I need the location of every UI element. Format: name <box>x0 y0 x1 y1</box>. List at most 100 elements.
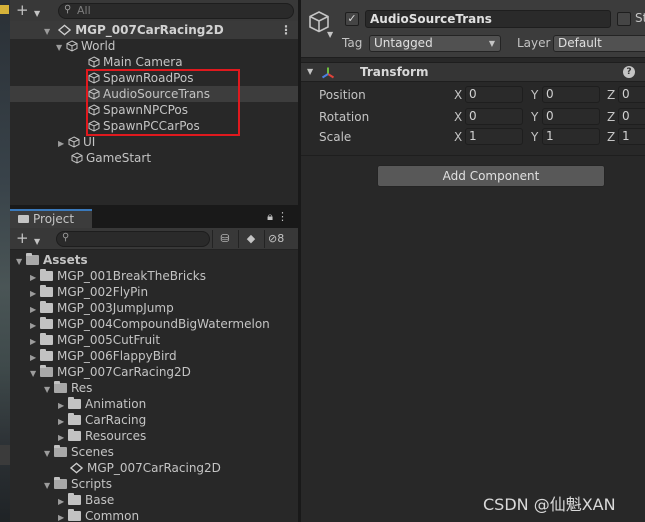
position-label: Position <box>319 88 366 102</box>
project-item[interactable]: ▼ MGP_007CarRacing2D <box>30 364 191 380</box>
position-x-field[interactable]: 0 <box>465 86 523 103</box>
expand-arrow-icon[interactable]: ▼ <box>30 366 40 382</box>
project-item[interactable]: ▶ MGP_005CutFruit <box>30 332 160 348</box>
project-item[interactable]: ▶ MGP_004CompoundBigWatermelon <box>30 316 270 332</box>
filter-by-label-icon[interactable]: ◆ <box>242 232 260 246</box>
project-item[interactable]: ▶ MGP_003JumpJump <box>30 300 174 316</box>
add-component-button[interactable]: Add Component <box>377 165 605 187</box>
folder-icon <box>40 317 53 329</box>
item-label: World <box>81 39 116 53</box>
folder-icon <box>68 509 81 521</box>
expand-arrow-icon[interactable]: ▼ <box>16 254 26 270</box>
rotation-y-field[interactable]: 0 <box>542 108 600 125</box>
hierarchy-item-game-start[interactable]: GameStart <box>71 150 151 166</box>
folder-icon <box>68 397 81 409</box>
item-label: Base <box>85 493 115 507</box>
search-icon: ⚲ <box>64 4 72 15</box>
object-name-input[interactable]: AudioSourceTrans <box>365 10 611 28</box>
expand-arrow-icon[interactable]: ▼ <box>56 40 66 56</box>
project-item[interactable]: ▶ Common <box>58 508 139 522</box>
expand-arrow-icon[interactable]: ▼ <box>44 23 54 41</box>
scene-row[interactable]: ▼ MGP_007CarRacing2D ⋮ <box>10 21 298 39</box>
project-search-input[interactable]: ⚲ <box>56 231 210 247</box>
item-label: AudioSourceTrans <box>103 87 211 101</box>
position-y-field[interactable]: 0 <box>542 86 600 103</box>
collapse-arrow-icon[interactable]: ▶ <box>58 510 68 522</box>
project-item[interactable]: ▼ Scripts <box>44 476 112 492</box>
hierarchy-search-input[interactable]: ⚲ All <box>58 3 294 19</box>
hierarchy-item-world[interactable]: ▼ World <box>56 38 115 54</box>
layer-dropdown[interactable]: Default <box>553 35 645 52</box>
gameobject-cube-icon <box>88 88 100 100</box>
item-label: MGP_006FlappyBird <box>57 349 177 363</box>
item-label: MGP_005CutFruit <box>57 333 161 347</box>
project-item[interactable]: ▼ Scenes <box>44 444 114 460</box>
gameobject-cube-icon <box>88 104 100 116</box>
folder-open-icon <box>54 381 67 393</box>
expand-arrow-icon[interactable]: ▼ <box>44 382 54 398</box>
lock-icon[interactable]: 🔒︎ <box>267 210 277 223</box>
item-label: CarRacing <box>85 413 147 427</box>
hierarchy-item-spawn-road-pos[interactable]: SpawnRoadPos <box>88 70 194 86</box>
item-label: MGP_007CarRacing2D <box>57 365 191 379</box>
scale-x-field[interactable]: 1 <box>465 128 523 145</box>
create-button[interactable]: + ▼ <box>16 3 44 19</box>
collapse-arrow-icon[interactable]: ▶ <box>58 136 68 152</box>
axis-z-label: Z <box>607 88 616 102</box>
project-item[interactable]: ▶ MGP_006FlappyBird <box>30 348 177 364</box>
hierarchy-item-main-camera[interactable]: Main Camera <box>88 54 183 70</box>
more-options-icon[interactable]: ⋮ <box>277 210 292 223</box>
project-item-scene-file[interactable]: MGP_007CarRacing2D <box>70 460 221 476</box>
project-item-assets[interactable]: ▼ Assets <box>16 252 88 268</box>
axis-y-label: Y <box>531 110 539 124</box>
folder-open-icon <box>54 445 67 457</box>
folder-icon <box>40 301 53 313</box>
create-asset-button[interactable]: + ▼ <box>16 231 44 247</box>
item-label: Scripts <box>71 477 113 491</box>
project-item[interactable]: ▶ CarRacing <box>58 412 146 428</box>
tab-project[interactable]: Project <box>10 209 92 228</box>
static-checkbox[interactable] <box>617 12 631 26</box>
rotation-x-field[interactable]: 0 <box>465 108 523 125</box>
rotation-z-field[interactable]: 0 <box>618 108 645 125</box>
scale-z-field[interactable]: 1 <box>618 128 645 145</box>
folder-open-icon <box>54 477 67 489</box>
transform-component-header[interactable]: ▼ Transform ? <box>301 62 645 82</box>
project-item[interactable]: ▶ MGP_001BreakTheBricks <box>30 268 206 284</box>
gameobject-cube-icon <box>88 56 100 68</box>
tag-dropdown[interactable]: Untagged ▼ <box>369 35 501 52</box>
position-z-field[interactable]: 0 <box>618 86 645 103</box>
item-label: Resources <box>85 429 147 443</box>
expand-arrow-icon[interactable]: ▼ <box>44 446 54 462</box>
item-label: Res <box>71 381 93 395</box>
hierarchy-item-spawn-npc-pos[interactable]: SpawnNPCPos <box>88 102 188 118</box>
active-checkbox[interactable]: ✓ <box>345 12 359 26</box>
gameobject-cube-icon <box>68 136 80 148</box>
help-icon[interactable]: ? <box>623 66 635 78</box>
toolbar-separator <box>238 230 239 248</box>
axis-y-label: Y <box>531 130 539 144</box>
chevron-down-icon[interactable]: ▼ <box>327 30 333 39</box>
project-item[interactable]: ▼ Res <box>44 380 92 396</box>
project-item[interactable]: ▶ Animation <box>58 396 146 412</box>
scale-y-field[interactable]: 1 <box>542 128 600 145</box>
filter-by-type-icon[interactable]: ⛁ <box>216 232 234 246</box>
inspector-panel: ▼ ✓ AudioSourceTrans St Tag Untagged ▼ La… <box>301 0 645 522</box>
transform-axes-icon <box>321 67 335 79</box>
expand-arrow-icon[interactable]: ▼ <box>307 63 313 81</box>
item-label: Animation <box>85 397 147 411</box>
hierarchy-item-spawn-pc-car-pos[interactable]: SpawnPCCarPos <box>88 118 200 134</box>
item-label: Scenes <box>71 445 114 459</box>
layer-value: Default <box>558 36 602 50</box>
project-item[interactable]: ▶ Resources <box>58 428 146 444</box>
tag-label: Tag <box>342 36 363 50</box>
hierarchy-item-audio-source-trans[interactable]: AudioSourceTrans <box>88 86 210 102</box>
folder-open-icon <box>40 365 53 377</box>
project-item[interactable]: ▶ Base <box>58 492 114 508</box>
project-item[interactable]: ▶ MGP_002FlyPin <box>30 284 148 300</box>
folder-icon <box>18 215 29 223</box>
more-options-icon[interactable]: ⋮ <box>280 21 292 39</box>
hidden-packages-toggle[interactable]: ⊘8 <box>268 232 294 246</box>
expand-arrow-icon[interactable]: ▼ <box>44 478 54 494</box>
hierarchy-item-ui[interactable]: ▶ UI <box>58 134 95 150</box>
